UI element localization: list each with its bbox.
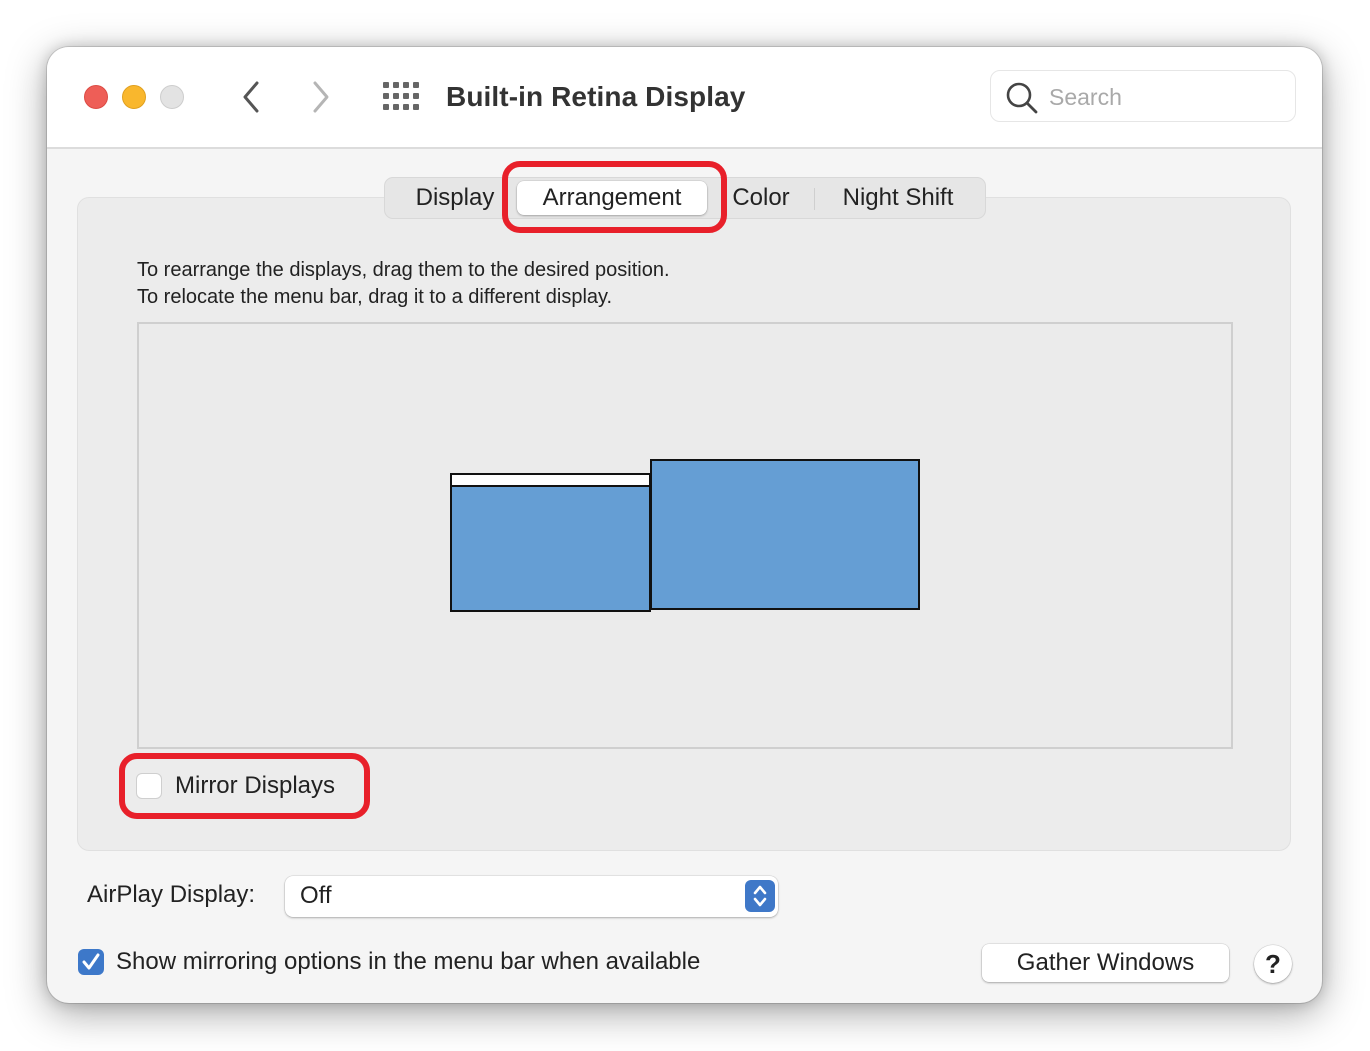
- mirror-displays-checkbox[interactable]: [136, 773, 162, 799]
- window-title: Built-in Retina Display: [446, 81, 746, 112]
- tab-bar: Display Arrangement Color Night Shift: [384, 177, 986, 219]
- search-input[interactable]: [1047, 79, 1287, 115]
- checkmark-icon: [82, 953, 100, 970]
- forward-button[interactable]: [304, 77, 338, 117]
- built-in-display[interactable]: [450, 473, 651, 612]
- popup-stepper: [745, 880, 775, 912]
- airplay-display-label: AirPlay Display:: [87, 881, 256, 908]
- gather-windows-button[interactable]: Gather Windows: [982, 944, 1229, 982]
- title-bar: Built-in Retina Display: [47, 47, 1322, 149]
- show-mirroring-label[interactable]: Show mirroring options in the menu bar w…: [116, 946, 700, 978]
- search-field[interactable]: [990, 70, 1296, 122]
- tab-display[interactable]: Display: [399, 178, 511, 218]
- grid-icon: [383, 82, 419, 110]
- arrangement-instructions: To rearrange the displays, drag them to …: [137, 257, 670, 311]
- tab-separator: [814, 188, 815, 210]
- minimize-button[interactable]: [122, 85, 146, 109]
- help-button[interactable]: ?: [1254, 945, 1292, 983]
- display-arrangement-area: [137, 322, 1233, 749]
- airplay-display-value: Off: [300, 882, 332, 909]
- tab-arrangement[interactable]: Arrangement: [517, 181, 707, 215]
- instruction-line-1: To rearrange the displays, drag them to …: [137, 259, 670, 281]
- external-display[interactable]: [650, 459, 920, 610]
- mirror-displays-label[interactable]: Mirror Displays: [175, 770, 335, 802]
- menu-bar-handle[interactable]: [450, 473, 651, 487]
- show-mirroring-checkbox[interactable]: [78, 949, 104, 975]
- back-button[interactable]: [234, 77, 268, 117]
- search-icon: [1006, 82, 1038, 114]
- tab-night-shift[interactable]: Night Shift: [825, 178, 971, 218]
- zoom-button[interactable]: [160, 85, 184, 109]
- chevron-left-icon: [243, 81, 259, 113]
- tab-color[interactable]: Color: [721, 178, 801, 218]
- preferences-window: Built-in Retina Display Display Arrangem…: [47, 47, 1322, 1003]
- close-button[interactable]: [84, 85, 108, 109]
- chevron-up-down-icon: [753, 885, 767, 907]
- airplay-display-select[interactable]: Off: [285, 876, 778, 917]
- instruction-line-2: To relocate the menu bar, drag it to a d…: [137, 286, 613, 308]
- show-all-button[interactable]: [381, 80, 421, 112]
- chevron-right-icon: [313, 81, 329, 113]
